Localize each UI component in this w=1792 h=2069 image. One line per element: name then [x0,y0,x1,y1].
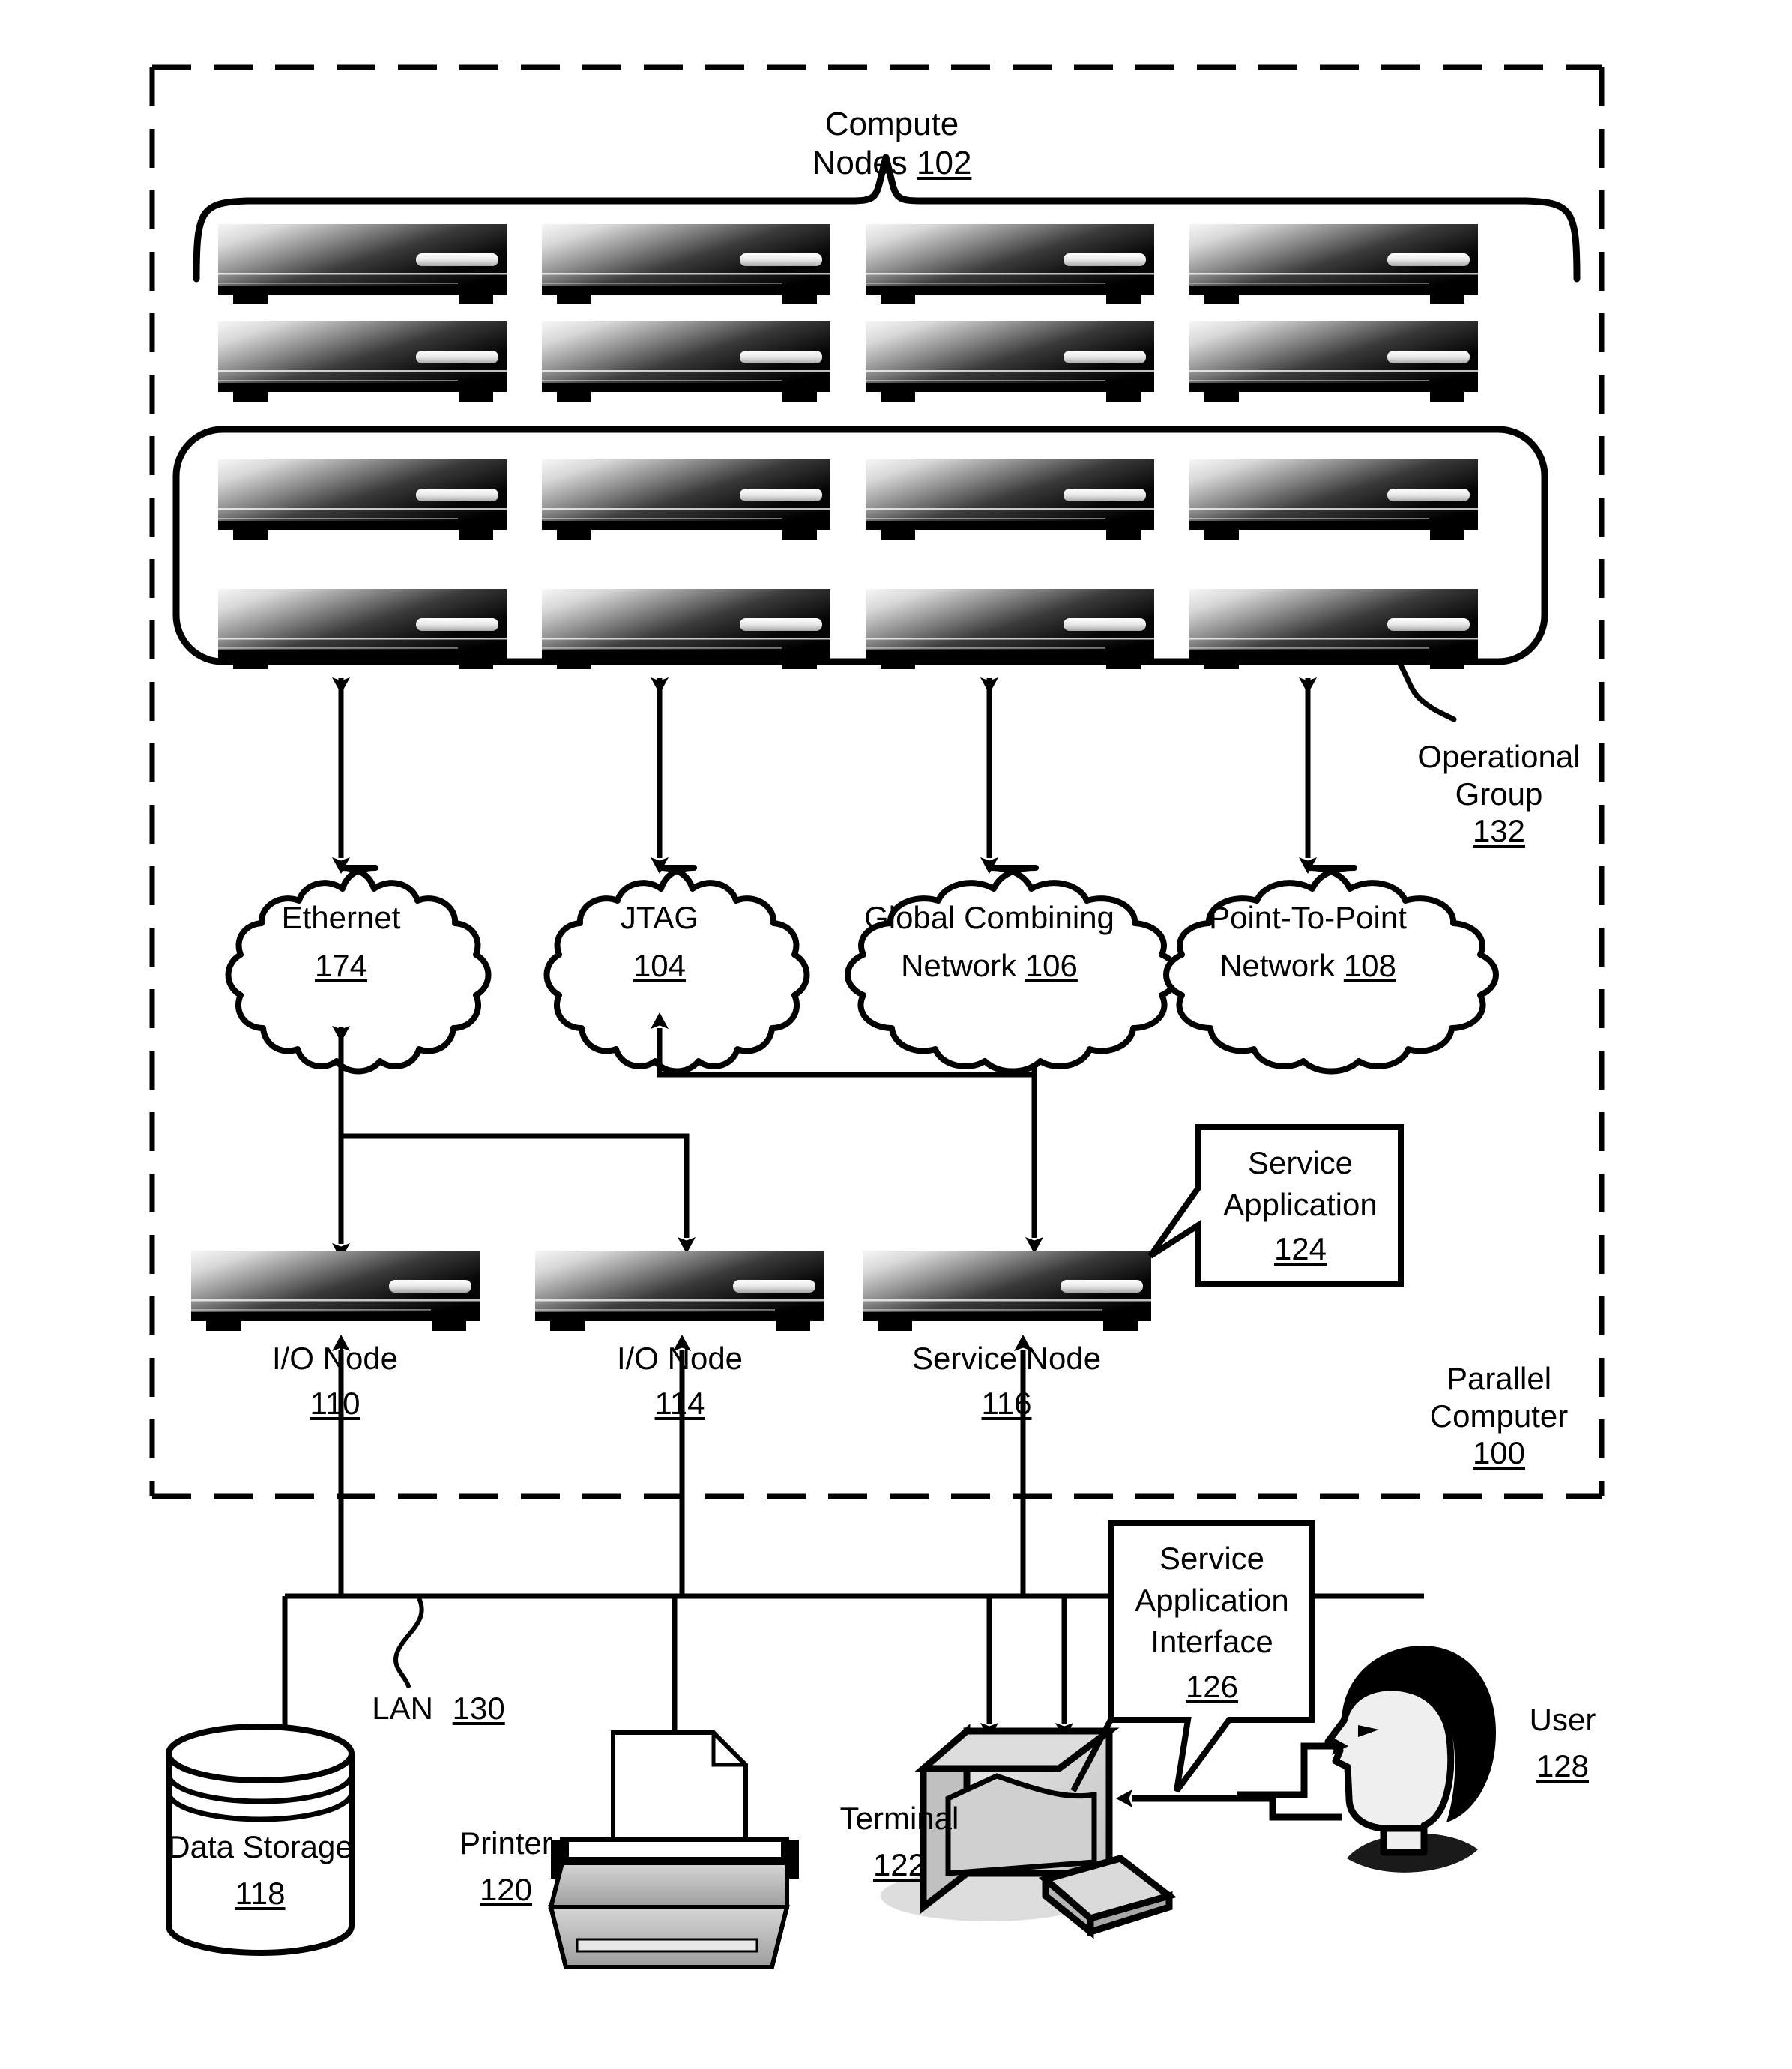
service-node-116-label: Service Node 116 [911,1341,1102,1421]
compute-node-icon [1189,589,1478,669]
data-storage-label: Data Storage 118 [167,1829,353,1911]
compute-nodes-ref: 102 [917,144,972,181]
operational-group-row-bottom [218,589,1478,669]
compute-node-icon [542,224,830,304]
compute-node-icon [866,224,1154,304]
lan-label: LAN 130 [372,1691,505,1726]
compute-node-icon [218,224,507,304]
compute-node-row-top [218,224,1478,304]
io-node-110-icon [191,1251,480,1331]
printer-label: Printer 120 [459,1825,552,1907]
network-label-jtag: JTAG 104 [620,900,699,983]
service-application-callout-label: Service Application 124 [1223,1145,1378,1267]
printer-icon [548,1730,799,1969]
compute-node-icon [1189,459,1478,540]
io-node-110-label: I/O Node 110 [271,1341,399,1421]
compute-node-icon [866,321,1154,402]
user-icon [1324,1646,1496,1873]
service-node-116-icon [863,1251,1151,1331]
operational-group-label: Operational Group 132 [1417,739,1581,849]
compute-node-icon [866,589,1154,669]
terminal-label: Terminal 122 [839,1801,959,1882]
compute-node-icon [218,459,507,540]
compute-node-icon [542,589,830,669]
compute-node-icon [866,459,1154,540]
operational-group-row-top [218,459,1478,540]
user-terminal-arrows [1116,1737,1348,1821]
io-node-114-icon [535,1251,824,1331]
io-node-114-label: I/O Node 114 [616,1341,743,1421]
compute-node-icon [218,321,507,402]
compute-nodes-header: Compute Nodes 102 [794,105,989,183]
network-label-global-combining: Global Combining Network 106 [864,900,1114,983]
service-application-interface-label: Service Application Interface 126 [1135,1541,1289,1704]
user-label: User 128 [1529,1702,1596,1783]
network-label-point-to-point: Point-To-Point Network 108 [1209,900,1407,983]
compute-node-icon [1189,224,1478,304]
compute-node-icon [1189,321,1478,402]
opgroup-to-network-arrows [332,677,1317,874]
figure-canvas: Compute Nodes 102 Operational Group 132 … [0,0,1792,2069]
network-label-ethernet: Ethernet 174 [281,900,401,983]
compute-node-icon [218,589,507,669]
parallel-computer-label: Parallel Computer 100 [1429,1361,1569,1471]
compute-node-row-second [218,321,1478,402]
compute-node-icon [542,321,830,402]
compute-node-icon [542,459,830,540]
